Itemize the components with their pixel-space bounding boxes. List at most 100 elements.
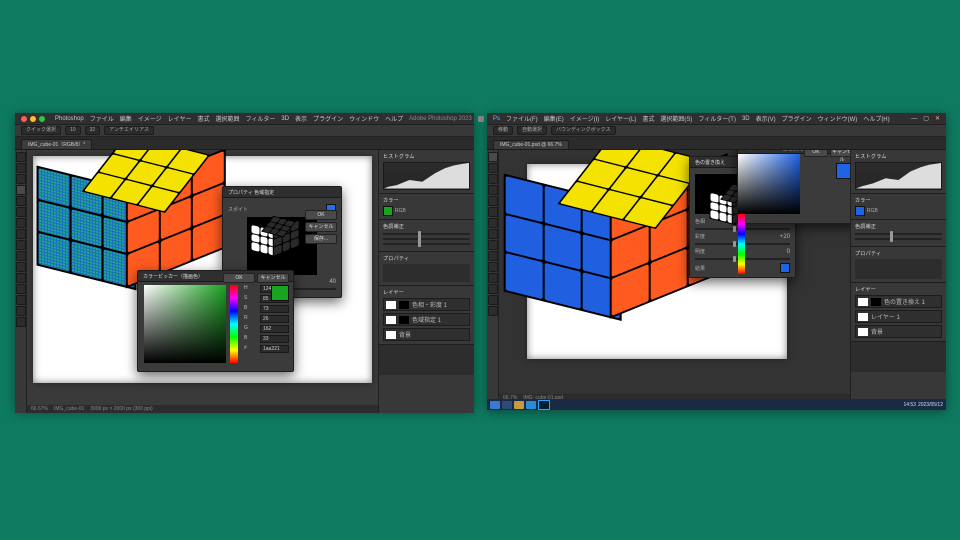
menu-filter[interactable]: フィルター(T) xyxy=(698,114,736,123)
field-b[interactable] xyxy=(260,305,289,313)
menu-view[interactable]: 表示 xyxy=(295,114,307,123)
layer-row[interactable]: 色相・彩度 1 xyxy=(383,298,470,311)
cancel-button[interactable]: キャンセル xyxy=(305,222,337,232)
menu-help[interactable]: ヘルプ xyxy=(385,114,403,123)
menu-select[interactable]: 選択範囲(S) xyxy=(660,114,692,123)
picker-cancel-button[interactable]: キャンセル xyxy=(257,273,289,283)
tool-eraser[interactable] xyxy=(488,240,498,250)
opt-transform[interactable]: バウンディングボックス xyxy=(551,126,616,135)
fuzziness-value[interactable]: 40 xyxy=(329,279,336,285)
menu-plugins[interactable]: プラグイン xyxy=(782,114,812,123)
tool-lasso[interactable] xyxy=(16,174,26,184)
tray-time[interactable]: 14:53 xyxy=(903,402,916,408)
color-picker-dialog[interactable]: カラーピッカー（描画色） H S B R G B # OK キャンセル xyxy=(137,270,294,372)
tool-shape[interactable] xyxy=(16,295,26,305)
tool-crop[interactable] xyxy=(488,196,498,206)
task-search[interactable] xyxy=(502,401,512,409)
layers-panel[interactable]: レイヤー 色相・彩度 1 色域指定 1 背景 xyxy=(379,286,474,345)
tool-heal[interactable] xyxy=(16,218,26,228)
slider-2[interactable] xyxy=(855,238,942,240)
tool-brush[interactable] xyxy=(488,218,498,228)
properties-panel[interactable]: プロパティ xyxy=(379,252,474,286)
menu-type[interactable]: 書式 xyxy=(197,114,209,123)
menu-edit[interactable]: 編集(E) xyxy=(544,114,564,123)
tool-marquee[interactable] xyxy=(16,163,26,173)
slider-1[interactable] xyxy=(855,233,942,235)
tool-zoom[interactable] xyxy=(488,306,498,316)
tool-eyedrop[interactable] xyxy=(488,207,498,217)
slider-3[interactable] xyxy=(383,243,470,245)
tool-eraser[interactable] xyxy=(16,251,26,261)
tool-brush[interactable] xyxy=(16,229,26,239)
windows-taskbar[interactable]: 14:53 2023/05/12 xyxy=(487,399,946,410)
maximize-button[interactable]: ▢ xyxy=(923,115,929,122)
tool-pen[interactable] xyxy=(488,273,498,283)
fg-swatch[interactable] xyxy=(855,206,865,216)
picker-cancel-button[interactable]: キャンセル xyxy=(830,150,850,157)
tool-lasso[interactable] xyxy=(488,174,498,184)
field-r[interactable] xyxy=(260,315,289,323)
zoom-readout[interactable]: 66.67% xyxy=(31,406,48,412)
minimize-button[interactable]: — xyxy=(911,116,917,122)
saturation-field[interactable] xyxy=(144,285,226,363)
picker-ok-button[interactable]: OK xyxy=(223,273,255,283)
opt-auto[interactable]: 自動選択 xyxy=(517,126,547,135)
canvas-area[interactable]: 色の置き換え 許容量80 色相-140 彩度+20 xyxy=(499,150,850,402)
field-b2[interactable] xyxy=(260,335,289,343)
doc-tab-active[interactable]: IMG_cube-01.psd @ 66.7% xyxy=(493,140,569,149)
opt-tolerance[interactable]: 32 xyxy=(85,126,101,135)
layer-row[interactable]: 色域指定 1 xyxy=(383,313,470,326)
tool-move[interactable] xyxy=(488,152,498,162)
menu-view[interactable]: 表示(V) xyxy=(756,114,776,123)
tool-hand[interactable] xyxy=(16,306,26,316)
opt-size[interactable]: 10 xyxy=(65,126,81,135)
menu-layer[interactable]: レイヤー xyxy=(168,114,192,123)
tool-pen[interactable] xyxy=(16,284,26,294)
menu-layer[interactable]: レイヤー(L) xyxy=(605,114,636,123)
tool-text[interactable] xyxy=(488,262,498,272)
save-button[interactable]: 保存... xyxy=(305,234,337,244)
start-button[interactable] xyxy=(490,401,500,409)
doc-tab-active[interactable]: IMG_cube-01（RGB/8）* xyxy=(21,139,92,149)
menu-filter[interactable]: フィルター xyxy=(245,114,275,123)
opt-aa[interactable]: アンチエイリアス xyxy=(104,126,154,135)
ok-button[interactable]: OK xyxy=(305,210,337,220)
tool-stamp[interactable] xyxy=(488,229,498,239)
light-value[interactable]: 0 xyxy=(787,249,790,255)
close-button[interactable]: ✕ xyxy=(935,115,940,122)
saturation-field[interactable] xyxy=(738,154,800,214)
menu-3d[interactable]: 3D xyxy=(281,116,289,122)
layer-row[interactable]: 色の置き換え 1 xyxy=(855,295,942,308)
tool-quick-select[interactable] xyxy=(16,185,26,195)
field-g[interactable] xyxy=(260,325,289,333)
tool-eyedrop[interactable] xyxy=(16,207,26,217)
tool-shape[interactable] xyxy=(488,284,498,294)
menu-3d[interactable]: 3D xyxy=(742,116,750,122)
tool-crop[interactable] xyxy=(16,196,26,206)
menu-edit[interactable]: 編集 xyxy=(120,114,132,123)
tool-gradient[interactable] xyxy=(488,251,498,261)
menu-app[interactable]: Photoshop xyxy=(55,116,84,122)
menu-image[interactable]: イメージ(I) xyxy=(570,114,600,123)
tool-move[interactable] xyxy=(16,152,26,162)
tool-gradient[interactable] xyxy=(16,262,26,272)
canvas-area[interactable]: プロパティ 色域指定 スポイト 許容量40 OK キャンセル xyxy=(27,150,378,413)
hue-strip[interactable] xyxy=(230,285,238,363)
tool-quick-select[interactable] xyxy=(488,185,498,195)
menu-window[interactable]: ウィンドウ(W) xyxy=(818,114,858,123)
slider-1[interactable] xyxy=(383,233,470,235)
task-edge[interactable] xyxy=(526,401,536,409)
menu-type[interactable]: 書式 xyxy=(642,114,654,123)
adjust-panel[interactable]: 色調補正 xyxy=(851,220,946,247)
slider-2[interactable] xyxy=(383,238,470,240)
layer-row[interactable]: 背景 xyxy=(855,325,942,338)
layer-row[interactable]: 背景 xyxy=(383,328,470,341)
layers-panel[interactable]: レイヤー 色の置き換え 1 レイヤー 1 背景 xyxy=(851,283,946,342)
tool-hand[interactable] xyxy=(488,295,498,305)
result-swatch[interactable] xyxy=(780,263,790,273)
picker-ok-button[interactable]: OK xyxy=(804,150,828,157)
menu-file[interactable]: ファイル xyxy=(90,114,114,123)
properties-panel[interactable]: プロパティ xyxy=(851,247,946,283)
color-panel[interactable]: カラー RGB xyxy=(851,194,946,220)
tool-marquee[interactable] xyxy=(488,163,498,173)
